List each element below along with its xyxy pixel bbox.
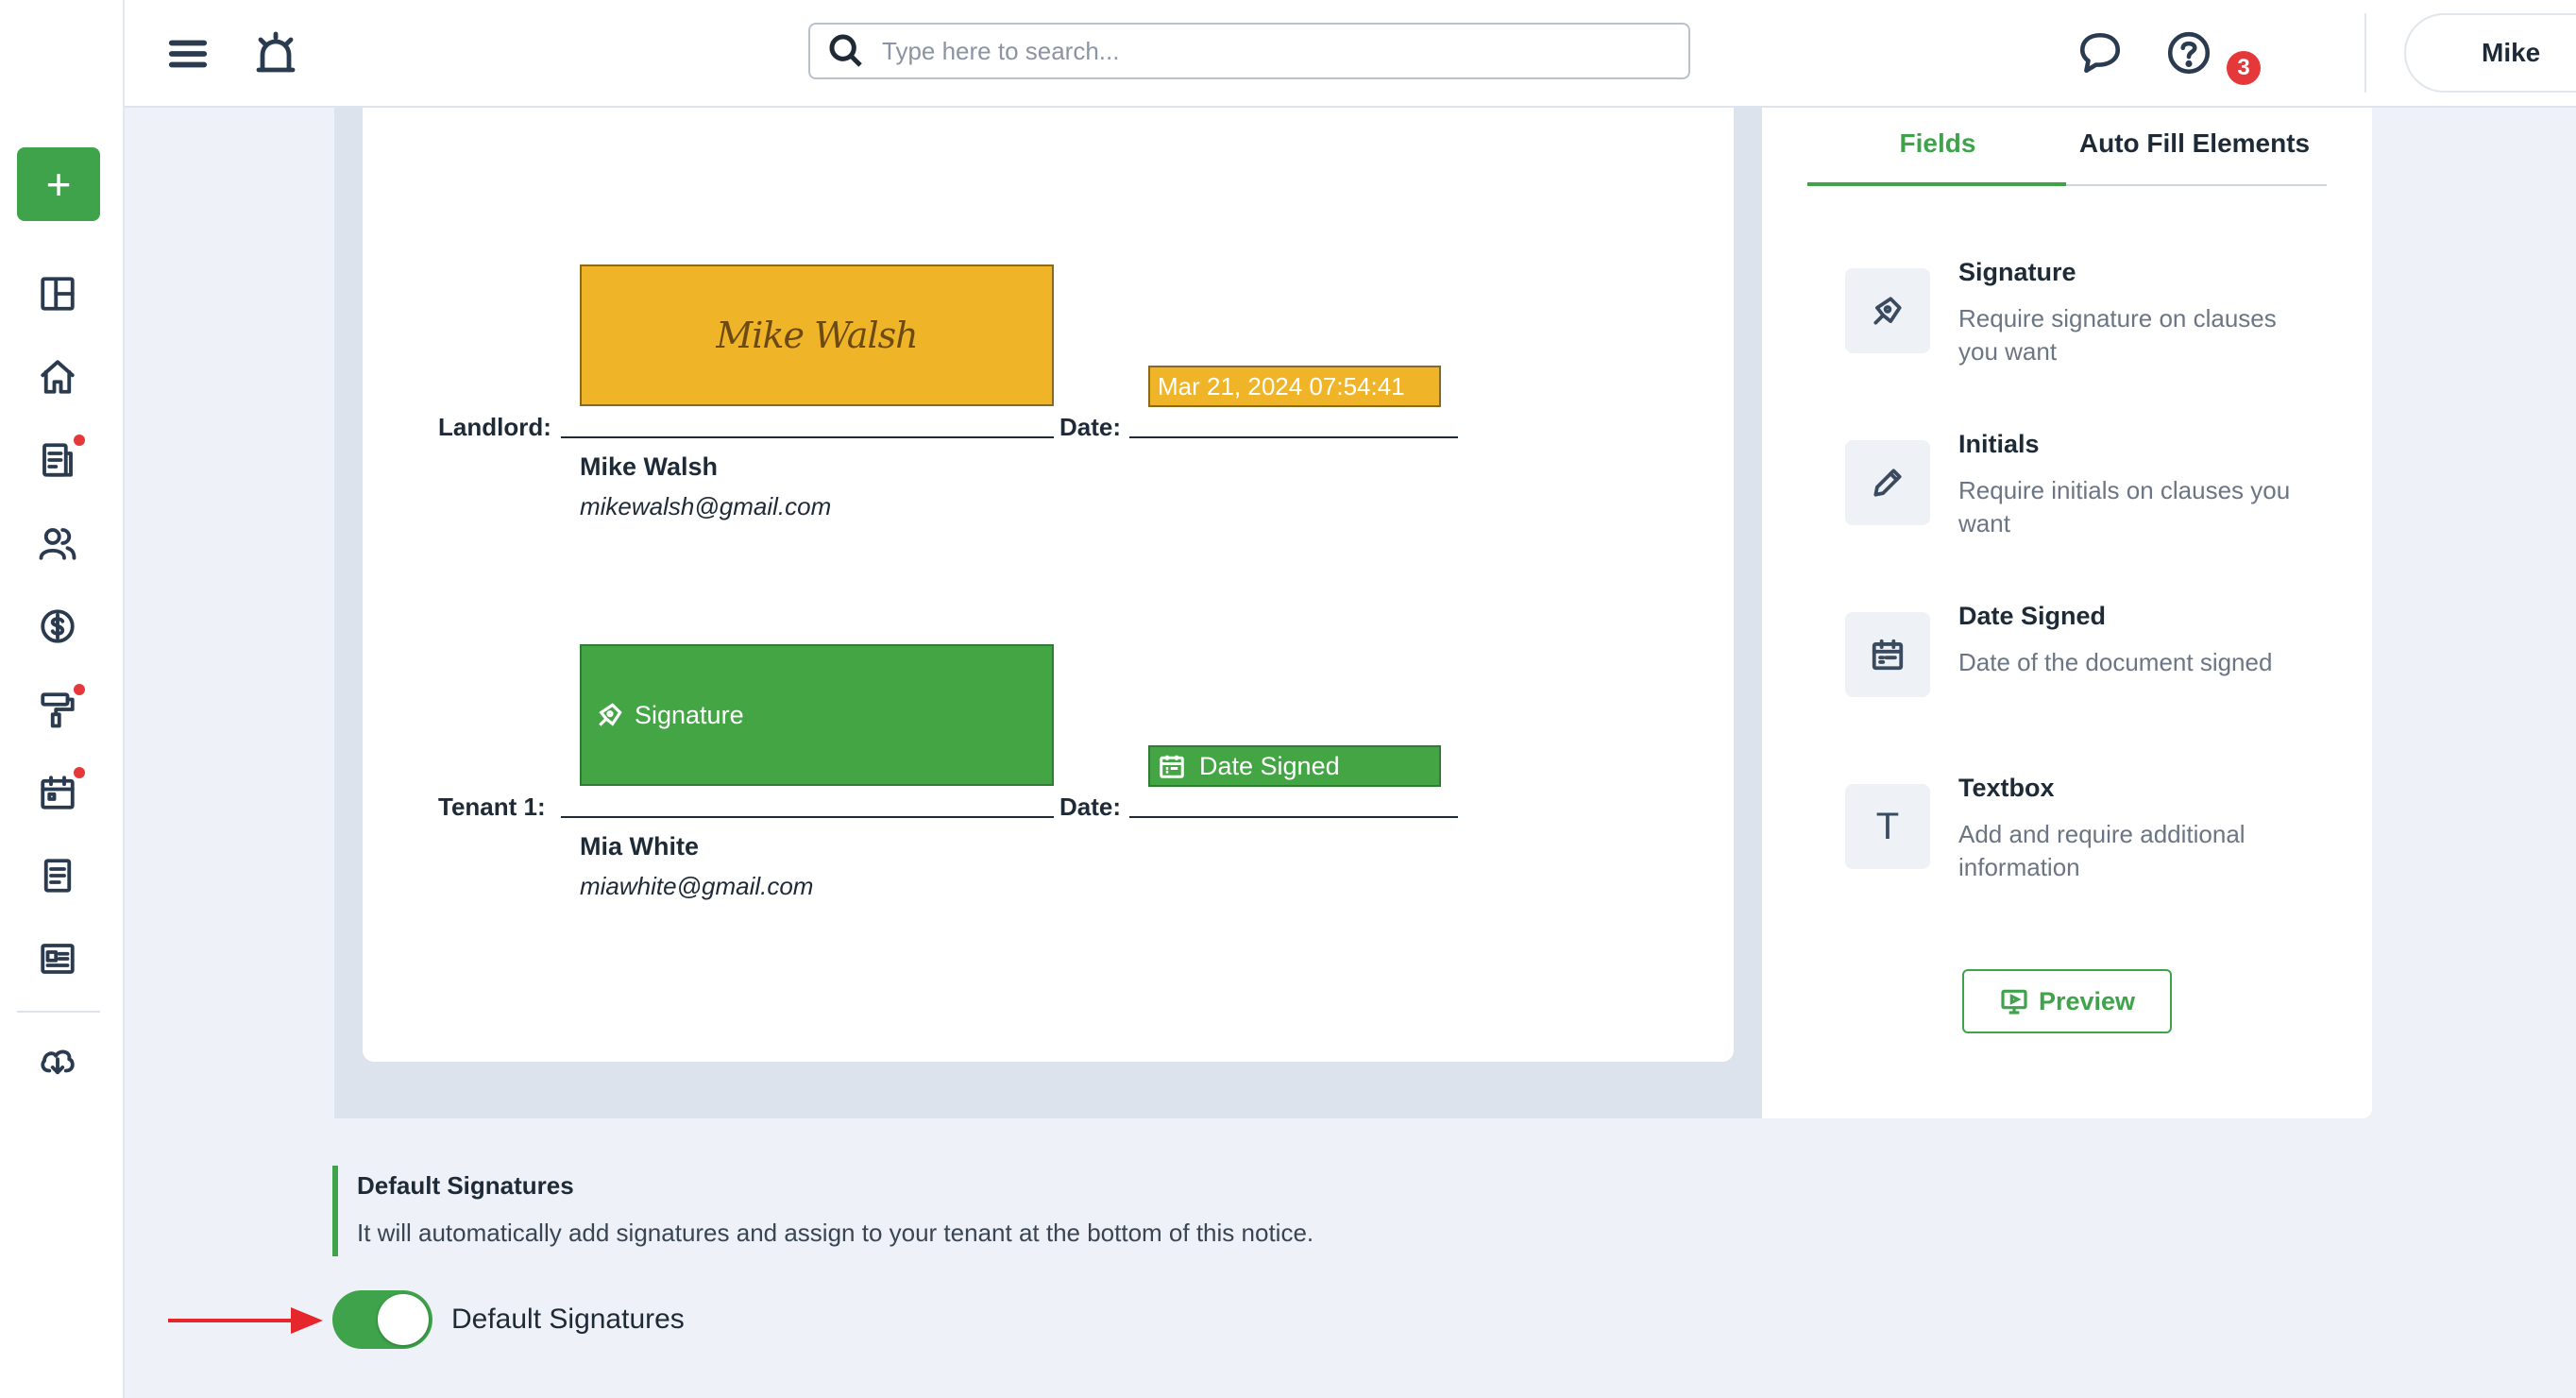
signature-line [561, 436, 1054, 438]
red-arrow-annotation [168, 1307, 323, 1334]
default-signatures-toggle[interactable] [332, 1290, 432, 1349]
notification-badge: 3 [2227, 51, 2261, 85]
tenant-name: Mia White [580, 832, 699, 861]
date-signed-field-item[interactable] [1845, 612, 1930, 697]
hamburger-menu-icon[interactable] [164, 30, 212, 77]
field-desc-signature: Require signature on clauses you want [1958, 304, 2277, 366]
search-icon [829, 34, 862, 67]
paint-roller-icon[interactable] [36, 688, 79, 731]
calendar-icon[interactable] [36, 771, 79, 814]
pencil-icon [1873, 469, 1902, 497]
landlord-name: Mike Walsh [580, 452, 719, 481]
users-icon[interactable] [36, 521, 79, 565]
field-title-signature: Signature [1958, 258, 2076, 286]
date-line [1129, 816, 1458, 818]
user-name: Mike [2482, 38, 2541, 67]
calendar-icon [1160, 755, 1184, 778]
document-page [363, 108, 1734, 1062]
pen-nib-icon [1873, 297, 1902, 325]
landlord-label: Landlord: [438, 413, 551, 441]
preview-button[interactable]: Preview [1962, 969, 2172, 1033]
default-signatures-toggle-label: Default Signatures [451, 1304, 685, 1335]
add-new-button[interactable]: + [17, 147, 100, 221]
default-signatures-title: Default Signatures [357, 1171, 574, 1200]
top-bar: 3 Mike [125, 0, 2576, 108]
date-label: Date: [1059, 793, 1122, 821]
calendar-icon [1872, 639, 1904, 671]
notification-dot [74, 684, 85, 695]
preview-label: Preview [2038, 986, 2136, 1015]
listing-icon[interactable] [36, 937, 79, 980]
landlord-signature-field[interactable]: Mike Walsh [580, 264, 1054, 406]
help-icon[interactable] [2162, 26, 2215, 79]
date-label: Date: [1059, 413, 1122, 441]
field-title-textbox: Textbox [1958, 774, 2055, 802]
notification-dot [74, 767, 85, 778]
pen-nib-icon [599, 703, 622, 726]
monitor-play-icon [2001, 989, 2027, 1014]
field-title-initials: Initials [1958, 430, 2040, 458]
topbar-divider [2364, 13, 2366, 93]
chat-icon[interactable] [2074, 26, 2127, 79]
dashboard-icon[interactable] [36, 272, 79, 315]
dollar-icon[interactable] [36, 605, 79, 648]
textbox-field-item[interactable]: T [1845, 784, 1930, 869]
signature-field-item[interactable] [1845, 268, 1930, 353]
tenant-signature-placeholder: Signature [635, 700, 744, 729]
tab-auto-fill-elements[interactable]: Auto Fill Elements [2066, 128, 2323, 170]
active-tab-indicator [1807, 182, 2066, 186]
default-signatures-description: It will automatically add signatures and… [357, 1219, 1314, 1247]
toggle-knob [378, 1294, 429, 1345]
rail-divider [17, 1011, 100, 1013]
notification-dot [74, 435, 85, 446]
reports-icon[interactable] [36, 438, 79, 482]
landlord-date-signed-field[interactable]: Mar 21, 2024 07:54:41 [1148, 366, 1441, 407]
date-line [1129, 436, 1458, 438]
initials-field-item[interactable] [1845, 440, 1930, 525]
tab-fields[interactable]: Fields [1809, 128, 2066, 170]
landlord-signature: Mike Walsh [716, 315, 918, 356]
signature-line [561, 816, 1054, 818]
home-icon[interactable] [36, 355, 79, 399]
tenant-label: Tenant 1: [438, 793, 546, 821]
search-bar[interactable] [808, 23, 1690, 79]
field-desc-initials: Require initials on clauses you want [1958, 476, 2291, 537]
field-desc-textbox: Add and require additional information [1958, 820, 2246, 881]
field-title-date-signed: Date Signed [1958, 602, 2107, 630]
cloud-download-icon[interactable] [36, 1039, 79, 1083]
tenant-signature-field[interactable]: Signature [580, 644, 1054, 786]
field-desc-date-signed: Date of the document signed [1958, 648, 2273, 676]
left-sidebar: + [0, 0, 125, 1398]
tenant-date-placeholder: Date Signed [1199, 751, 1340, 780]
callout-accent-bar [332, 1166, 338, 1256]
user-menu[interactable]: Mike [2404, 13, 2576, 93]
tenant-date-signed-field[interactable]: Date Signed [1148, 745, 1441, 787]
search-input[interactable] [882, 36, 1656, 66]
text-icon: T [1875, 805, 1900, 847]
landlord-email: mikewalsh@gmail.com [580, 492, 832, 520]
tenant-email: miawhite@gmail.com [580, 872, 814, 900]
alarm-bell-icon[interactable] [251, 28, 300, 77]
document-icon[interactable] [36, 854, 79, 897]
